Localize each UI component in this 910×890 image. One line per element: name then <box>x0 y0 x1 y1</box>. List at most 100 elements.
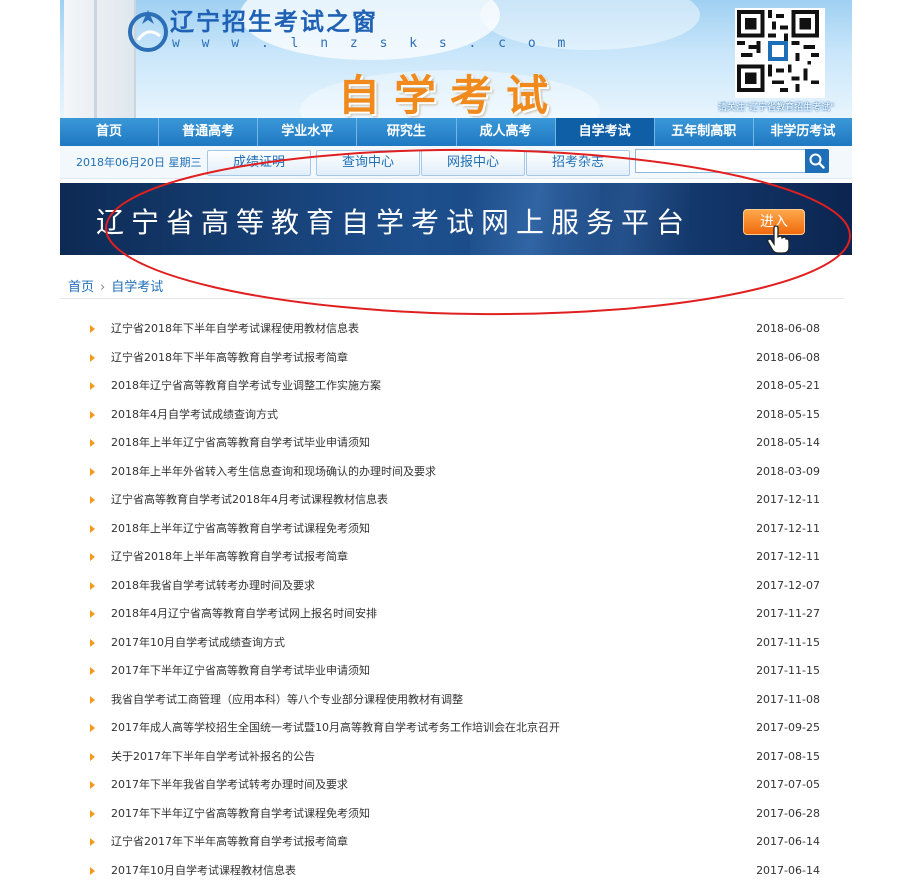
news-title-link[interactable]: 2017年10月自学考试课程教材信息表 <box>111 857 296 886</box>
main-nav: 首页 普通高考 学业水平 研究生 成人高考 自学考试 五年制高职 非学历考试 <box>60 118 852 146</box>
news-title-link[interactable]: 辽宁省2018年下半年高等教育自学考试报考简章 <box>111 344 348 373</box>
qr-caption: 请关注"辽宁省教育招生考试" <box>718 103 835 113</box>
news-date: 2018-05-14 <box>756 436 820 449</box>
self-study-platform-banner[interactable]: 辽宁省高等教育自学考试网上服务平台 进入 <box>60 183 852 255</box>
news-date: 2018-06-08 <box>756 322 820 335</box>
news-item: 关于2017年下半年自学考试补报名的公告 2017-08-15 <box>90 743 830 772</box>
news-date: 2017-11-27 <box>756 607 820 620</box>
nav-item-academic-level[interactable]: 学业水平 <box>258 118 358 146</box>
news-item: 2018年我省自学考试转考办理时间及要求 2017-12-07 <box>90 572 830 601</box>
bullet-arrow-icon <box>90 581 95 590</box>
news-item: 2018年上半年辽宁省高等教育自学考试毕业申请须知 2018-05-14 <box>90 429 830 458</box>
nav-item-postgraduate[interactable]: 研究生 <box>357 118 457 146</box>
hand-pointer-icon <box>767 225 790 254</box>
news-date: 2017-12-11 <box>756 521 820 535</box>
bullet-arrow-icon <box>90 724 95 732</box>
news-date: 2017-11-15 <box>756 635 820 649</box>
qr-code-icon <box>735 8 825 98</box>
news-date: 2017-06-28 <box>756 806 820 820</box>
news-date: 2017-11-15 <box>756 664 820 677</box>
news-date: 2018-06-08 <box>756 350 820 364</box>
online-registration-button[interactable]: 网报中心 <box>421 150 525 176</box>
nav-item-non-degree-exam[interactable]: 非学历考试 <box>754 118 852 146</box>
nav-item-self-study-exam[interactable]: 自学考试 <box>555 118 655 146</box>
nav-item-adult-exam[interactable]: 成人高考 <box>457 118 556 146</box>
bullet-arrow-icon <box>90 410 95 419</box>
news-date: 2017-12-11 <box>756 550 820 563</box>
bullet-arrow-icon <box>90 382 95 390</box>
news-date: 2017-12-07 <box>756 578 820 592</box>
news-item: 辽宁省2017年下半年高等教育自学考试报考简章 2017-06-14 <box>90 828 830 857</box>
news-title-link[interactable]: 2017年下半年辽宁省高等教育自学考试课程免考须知 <box>111 800 370 829</box>
breadcrumb-home-link[interactable]: 首页 <box>68 280 94 295</box>
news-title-link[interactable]: 辽宁省2017年下半年高等教育自学考试报考简章 <box>111 828 348 857</box>
news-item: 2017年下半年辽宁省高等教育自学考试课程免考须知 2017-06-28 <box>90 800 830 829</box>
news-title-link[interactable]: 2017年下半年我省自学考试转考办理时间及要求 <box>111 771 348 800</box>
bullet-arrow-icon <box>90 496 95 504</box>
search-icon <box>809 153 825 169</box>
bullet-arrow-icon <box>90 467 95 476</box>
news-date: 2018-03-09 <box>756 464 820 478</box>
news-item: 2018年辽宁省高等教育自学考试专业调整工作实施方案 2018-05-21 <box>90 372 830 401</box>
nav-item-gaokao[interactable]: 普通高考 <box>159 118 259 146</box>
news-date: 2018-05-15 <box>756 407 820 421</box>
bullet-arrow-icon <box>90 838 95 846</box>
news-title-link[interactable]: 2017年10月自学考试成绩查询方式 <box>111 629 285 658</box>
news-date: 2017-09-25 <box>756 721 820 734</box>
site-name[interactable]: 辽宁招生考试之窗 <box>170 2 378 37</box>
news-date: 2017-06-14 <box>756 863 820 877</box>
news-item: 2018年上半年外省转入考生信息查询和现场确认的办理时间及要求 2018-03-0… <box>90 458 830 487</box>
nav-item-home[interactable]: 首页 <box>60 118 160 146</box>
breadcrumb-current-link[interactable]: 自学考试 <box>111 280 163 295</box>
news-title-link[interactable]: 辽宁省高等教育自学考试2018年4月考试课程教材信息表 <box>111 486 388 515</box>
news-title-link[interactable]: 我省自学考试工商管理（应用本科）等八个专业部分课程使用教材有调整 <box>111 686 463 715</box>
page-heading: 自学考试 <box>338 71 563 118</box>
sub-toolbar: 2018年06月20日 星期三 成绩证明 查询中心 网报中心 招考杂志 <box>60 146 852 179</box>
news-item: 2018年上半年辽宁省高等教育自学考试课程免考须知 2017-12-11 <box>90 515 830 544</box>
news-title-link[interactable]: 2018年4月自学考试成绩查询方式 <box>111 401 278 430</box>
bullet-arrow-icon <box>90 752 95 761</box>
news-title-link[interactable]: 2017年成人高等学校招生全国统一考试暨10月高等教育自学考试考务工作培训会在北… <box>111 714 560 743</box>
news-date: 2017-07-05 <box>756 778 820 791</box>
news-title-link[interactable]: 2018年上半年辽宁省高等教育自学考试课程免考须知 <box>111 515 370 544</box>
search-input[interactable] <box>635 149 810 173</box>
news-title-link[interactable]: 2017年下半年辽宁省高等教育自学考试毕业申请须知 <box>111 657 370 686</box>
news-item: 2018年4月自学考试成绩查询方式 2018-05-15 <box>90 401 830 430</box>
bullet-arrow-icon <box>90 325 95 333</box>
news-title-link[interactable]: 2018年我省自学考试转考办理时间及要求 <box>111 572 315 601</box>
news-date: 2017-12-11 <box>756 493 820 506</box>
news-item: 2017年下半年我省自学考试转考办理时间及要求 2017-07-05 <box>90 771 830 800</box>
news-item: 2017年下半年辽宁省高等教育自学考试毕业申请须知 2017-11-15 <box>90 657 830 686</box>
breadcrumb-separator: › <box>100 280 106 295</box>
platform-title: 辽宁省高等教育自学考试网上服务平台 <box>96 206 692 239</box>
breadcrumb: 首页 › 自学考试 <box>68 276 163 295</box>
news-item: 2017年10月自学考试成绩查询方式 2017-11-15 <box>90 629 830 658</box>
exam-magazine-button[interactable]: 招考杂志 <box>526 150 630 176</box>
news-title-link[interactable]: 2018年上半年辽宁省高等教育自学考试毕业申请须知 <box>111 429 370 458</box>
bullet-arrow-icon <box>90 353 95 362</box>
nav-item-five-year-vocational[interactable]: 五年制高职 <box>655 118 754 146</box>
news-date: 2017-08-15 <box>756 749 820 763</box>
site-logo-icon[interactable] <box>124 6 172 54</box>
news-date: 2017-06-14 <box>756 835 820 848</box>
news-title-link[interactable]: 辽宁省2018年上半年高等教育自学考试报考简章 <box>111 543 348 572</box>
site-url: w w w . l n z s k s . c o m <box>172 36 573 51</box>
news-item: 辽宁省2018年上半年高等教育自学考试报考简章 2017-12-11 <box>90 543 830 572</box>
header-banner: 辽宁招生考试之窗 w w w . l n z s k s . c o m 自学考… <box>60 0 852 118</box>
news-item: 2018年4月辽宁省高等教育自学考试网上报名时间安排 2017-11-27 <box>90 600 830 629</box>
grade-certificate-button[interactable]: 成绩证明 <box>207 150 311 176</box>
news-title-link[interactable]: 2018年上半年外省转入考生信息查询和现场确认的办理时间及要求 <box>111 458 436 487</box>
query-center-button[interactable]: 查询中心 <box>316 150 420 176</box>
news-date: 2017-11-08 <box>756 692 820 706</box>
news-item: 辽宁省2018年下半年高等教育自学考试报考简章 2018-06-08 <box>90 344 830 373</box>
bullet-arrow-icon <box>90 638 95 647</box>
bullet-arrow-icon <box>90 667 95 675</box>
news-title-link[interactable]: 2018年辽宁省高等教育自学考试专业调整工作实施方案 <box>111 372 381 401</box>
news-item: 2017年成人高等学校招生全国统一考试暨10月高等教育自学考试考务工作培训会在北… <box>90 714 830 743</box>
search-button[interactable] <box>805 149 829 173</box>
news-title-link[interactable]: 辽宁省2018年下半年自学考试课程使用教材信息表 <box>111 315 359 344</box>
news-title-link[interactable]: 2018年4月辽宁省高等教育自学考试网上报名时间安排 <box>111 600 377 629</box>
current-date: 2018年06月20日 星期三 <box>76 156 202 169</box>
news-list: 辽宁省2018年下半年自学考试课程使用教材信息表 2018-06-08 辽宁省201… <box>90 315 830 885</box>
news-title-link[interactable]: 关于2017年下半年自学考试补报名的公告 <box>111 743 315 772</box>
